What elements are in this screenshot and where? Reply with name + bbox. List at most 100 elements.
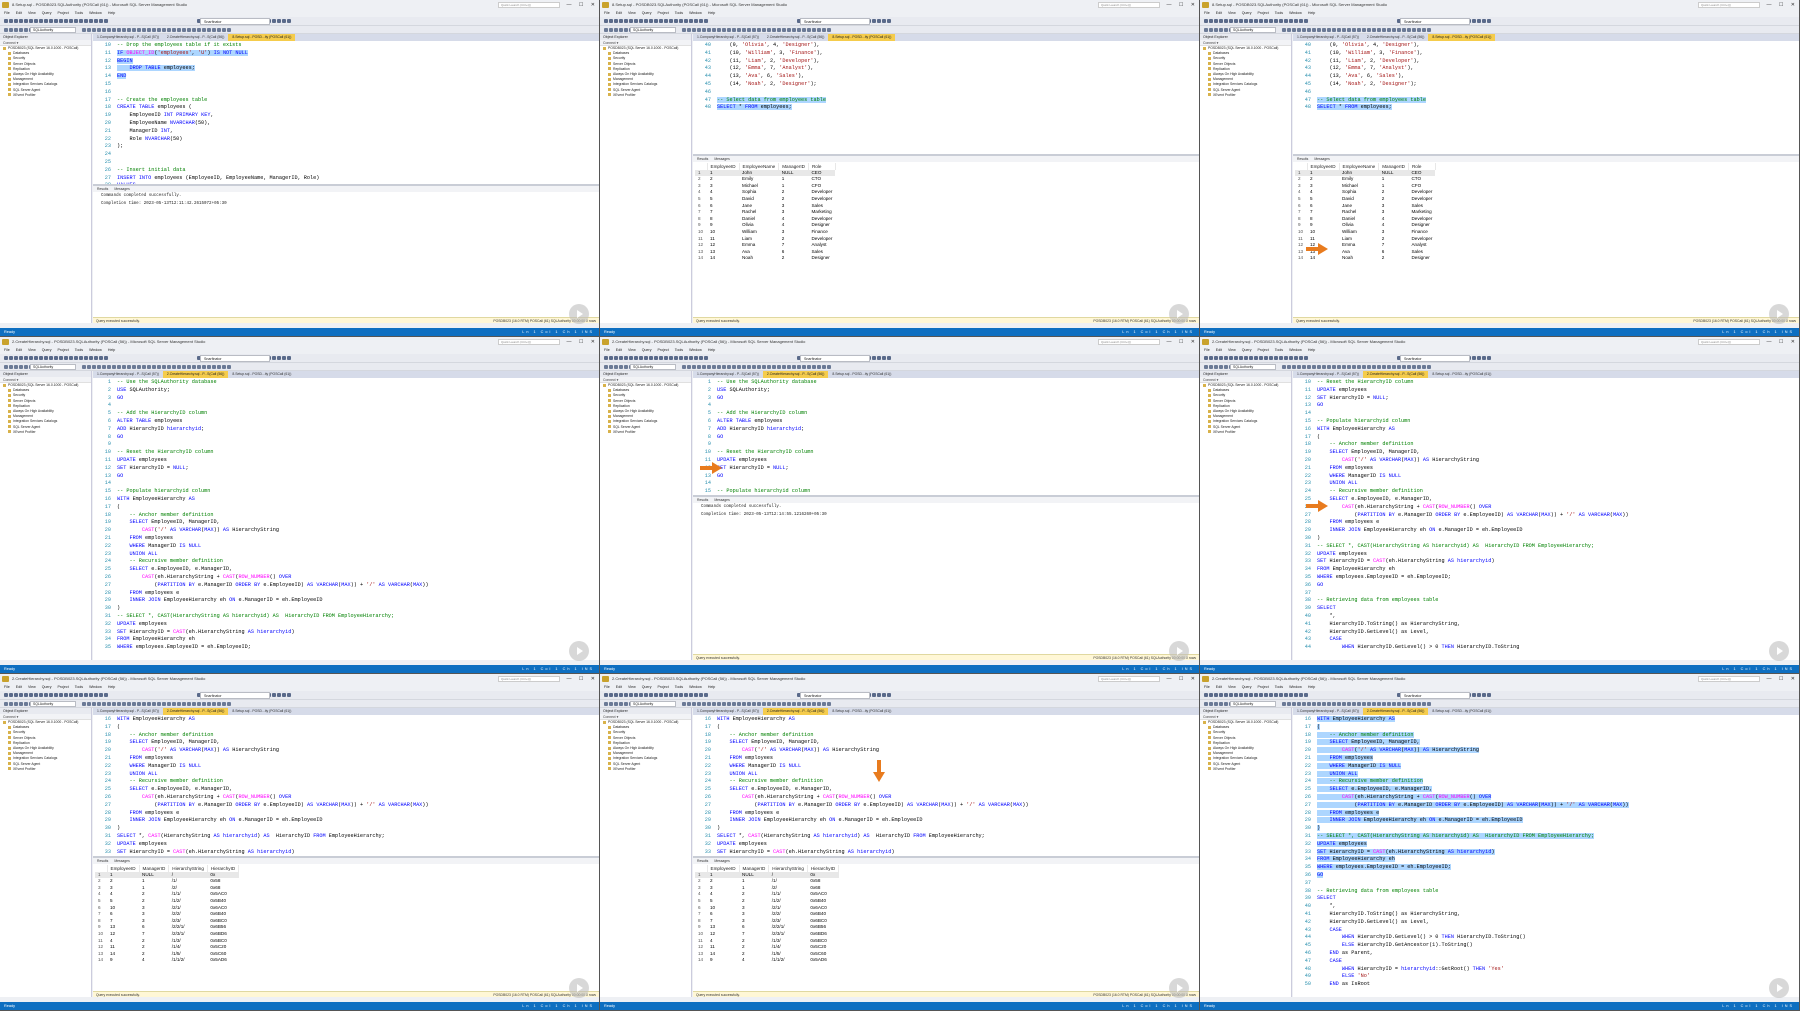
toolbar-button-icon[interactable]	[202, 365, 206, 369]
toolbar-button-icon[interactable]	[1244, 19, 1248, 23]
toolbar-button-icon[interactable]	[14, 356, 18, 360]
toolbar-button-icon[interactable]	[1297, 28, 1301, 32]
toolbar-button-icon[interactable]	[1209, 356, 1213, 360]
toolbar-button-icon[interactable]	[132, 28, 136, 32]
toolbar-button-icon[interactable]	[1337, 365, 1341, 369]
toolbar-button-icon[interactable]	[9, 356, 13, 360]
toolbar-button-icon[interactable]	[222, 28, 226, 32]
toolbar-button-icon[interactable]	[792, 28, 796, 32]
toolbar-button-icon[interactable]	[664, 693, 668, 697]
column-header[interactable]: Role	[808, 163, 836, 170]
menu-item-query[interactable]: Query	[42, 348, 52, 352]
toolbar-button-icon[interactable]	[634, 693, 638, 697]
messages-tab[interactable]: Messages	[714, 498, 729, 502]
code-area[interactable]: 40 (9, 'Olivia', 4, 'Designer'), 41 (10, …	[1293, 41, 1799, 154]
toolbar-button-icon[interactable]	[34, 693, 38, 697]
toolbar-button-icon[interactable]	[1487, 693, 1491, 697]
table-row[interactable]: 14 14 Noah 2 Designer	[695, 255, 835, 262]
toolbar-button-icon[interactable]	[172, 702, 176, 706]
menu-item-tools[interactable]: Tools	[1275, 348, 1283, 352]
toolbar-button-icon[interactable]	[707, 702, 711, 706]
toolbar-button-icon[interactable]	[882, 693, 886, 697]
toolbar-button-icon[interactable]	[1472, 19, 1476, 23]
toolbar-button-icon[interactable]	[177, 702, 181, 706]
toolbar-button-icon[interactable]	[822, 28, 826, 32]
toolbar-button-icon[interactable]	[1367, 28, 1371, 32]
results-tab[interactable]: Results	[97, 187, 108, 191]
menu-item-window[interactable]: Window	[89, 685, 102, 689]
toolbar-button-icon[interactable]	[1214, 702, 1218, 706]
toolbar-button-icon[interactable]	[97, 365, 101, 369]
menu-item-help[interactable]: Help	[1308, 685, 1315, 689]
menu-item-view[interactable]: View	[628, 348, 636, 352]
toolbar-button-icon[interactable]	[684, 693, 688, 697]
toolbar-button-icon[interactable]	[1392, 702, 1396, 706]
toolbar-button-icon[interactable]	[634, 356, 638, 360]
toolbar-button-icon[interactable]	[287, 693, 291, 697]
table-row[interactable]: 9 9 Olivia 4 Designer	[695, 222, 835, 229]
toolbar-button-icon[interactable]	[644, 693, 648, 697]
menu-item-file[interactable]: File	[604, 348, 610, 352]
toolbar-button-icon[interactable]	[1289, 693, 1293, 697]
toolbar-button-icon[interactable]	[29, 19, 33, 23]
tab-t1[interactable]: 1.CompanyHierarchy.sql - P...S(Call (57)…	[1293, 371, 1363, 378]
toolbar-button-icon[interactable]	[1372, 702, 1376, 706]
table-row[interactable]: 1 1 NULL/0x	[695, 871, 839, 879]
toolbar-button-icon[interactable]	[1292, 28, 1296, 32]
toolbar-button-icon[interactable]	[1224, 365, 1228, 369]
toolbar-button-icon[interactable]	[1224, 693, 1228, 697]
menu-item-project[interactable]: Project	[658, 11, 669, 15]
menu-item-query[interactable]: Query	[1242, 11, 1252, 15]
toolbar-button-icon[interactable]	[1244, 693, 1248, 697]
toolbar-button-icon[interactable]	[1402, 365, 1406, 369]
database-dropdown[interactable]: SQLAuthority	[630, 701, 676, 707]
toolbar-button-icon[interactable]	[1282, 365, 1286, 369]
tree-node[interactable]: XEvent Profiler	[0, 93, 91, 98]
toolbar-button-icon[interactable]	[1407, 28, 1411, 32]
results-tab[interactable]: Results	[1297, 157, 1308, 161]
window-controls[interactable]: — ☐ ✕	[1767, 337, 1798, 347]
table-row[interactable]: 5 5 David 2 Developer	[695, 196, 835, 203]
toolbar-button-icon[interactable]	[1307, 365, 1311, 369]
toolbar-button-icon[interactable]	[39, 356, 43, 360]
menu-item-project[interactable]: Project	[58, 685, 69, 689]
tab-t3[interactable]: 8.Setup.sql - POSD...ity (POSCall (61))	[1428, 708, 1495, 715]
toolbar-button-icon[interactable]	[1422, 365, 1426, 369]
table-row[interactable]: 1 1 John NULL CEO	[695, 169, 836, 177]
column-header[interactable]: EmployeeName	[1339, 163, 1380, 170]
toolbar-button-icon[interactable]	[717, 702, 721, 706]
toolbar-button-icon[interactable]	[757, 28, 761, 32]
menu-item-file[interactable]: File	[4, 11, 10, 15]
toolbar-button-icon[interactable]	[64, 356, 68, 360]
menu-item-query[interactable]: Query	[642, 685, 652, 689]
toolbar-button-icon[interactable]	[732, 702, 736, 706]
toolbar-button-icon[interactable]	[1214, 693, 1218, 697]
table-row[interactable]: 9 9 Olivia 4 Designer	[1295, 222, 1435, 229]
tab-t3[interactable]: 8.Setup.sql - POSD...ity (POSCall (61))	[828, 34, 896, 41]
toolbar-button-icon[interactable]	[1377, 365, 1381, 369]
toolbar-button-icon[interactable]	[679, 19, 683, 23]
toolbar-button-icon[interactable]	[767, 28, 771, 32]
toolbar-button-icon[interactable]	[797, 28, 801, 32]
column-header[interactable]: ManagerID	[1378, 163, 1409, 170]
toolbar-button-icon[interactable]	[604, 28, 608, 32]
solution-config-dropdown[interactable]: Snarfinator	[800, 355, 870, 362]
toolbar-button-icon[interactable]	[1347, 365, 1351, 369]
table-row[interactable]: 1 1 NULL/0x	[95, 871, 239, 879]
tab-t1[interactable]: 1.CompanyHierarchy.sql - P...S(Call (57)…	[693, 708, 763, 715]
toolbar-button-icon[interactable]	[99, 693, 103, 697]
toolbar-button-icon[interactable]	[882, 356, 886, 360]
menu-item-edit[interactable]: Edit	[616, 685, 622, 689]
toolbar-button-icon[interactable]	[1477, 19, 1481, 23]
tab-t1[interactable]: 1.CompanyHierarchy.sql - P...S(Call (57)…	[693, 371, 763, 378]
toolbar-button-icon[interactable]	[157, 702, 161, 706]
menu-item-view[interactable]: View	[1228, 685, 1236, 689]
menu-item-tools[interactable]: Tools	[675, 685, 683, 689]
quick-launch-input[interactable]: Quick Launch (Ctrl+Q)	[1698, 339, 1760, 345]
toolbar-button-icon[interactable]	[822, 365, 826, 369]
toolbar-button-icon[interactable]	[9, 19, 13, 23]
toolbar-button-icon[interactable]	[222, 702, 226, 706]
toolbar-button-icon[interactable]	[282, 693, 286, 697]
table-row[interactable]: 1 1 John NULL CEO	[1295, 169, 1436, 177]
menu-item-window[interactable]: Window	[689, 11, 702, 15]
